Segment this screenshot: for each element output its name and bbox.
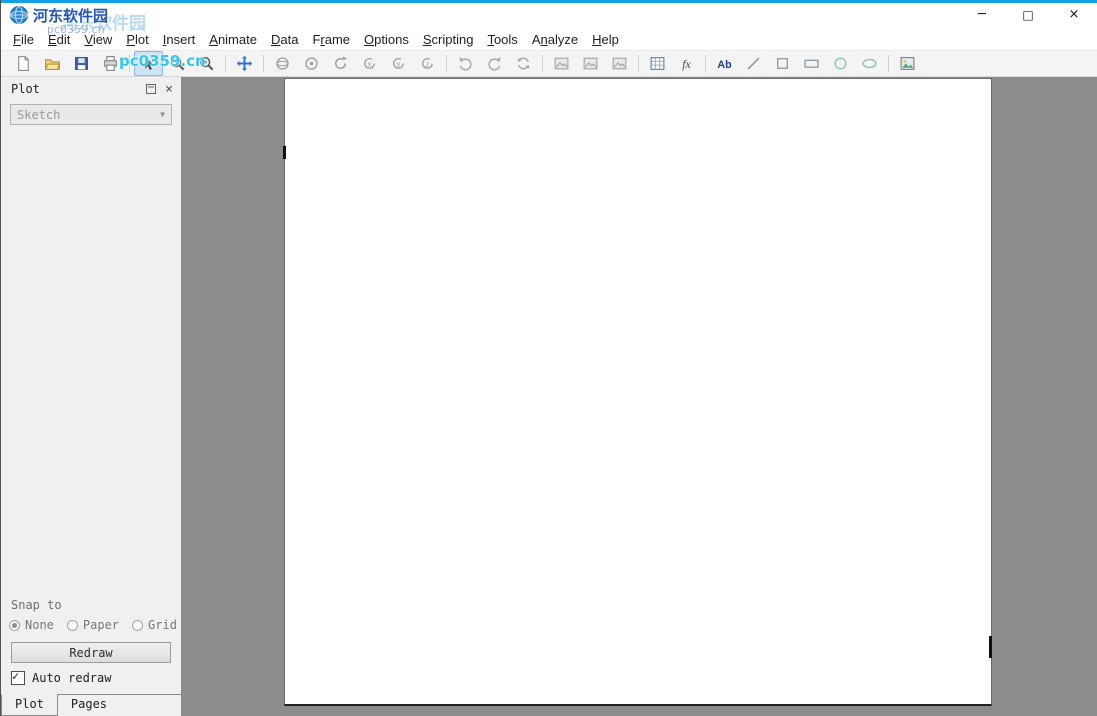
streamtrace-tool-icon[interactable] [576, 51, 605, 76]
app-window: ─□× FileEditViewPlotInsertAnimateDataFra… [0, 0, 1097, 716]
menu-file[interactable]: File [6, 29, 41, 50]
sidebar-title: Plot [11, 82, 146, 96]
maximize-button[interactable]: □ [1005, 0, 1051, 29]
menu-insert[interactable]: Insert [156, 29, 203, 50]
insert-circle-icon[interactable] [826, 51, 855, 76]
rotate-y-icon[interactable]: y [384, 51, 413, 76]
menu-animate[interactable]: Animate [202, 29, 264, 50]
menu-edit[interactable]: Edit [41, 29, 77, 50]
view-refresh-icon[interactable] [509, 51, 538, 76]
menu-options[interactable]: Options [357, 29, 416, 50]
radio-label: None [25, 618, 54, 632]
rotate-twist-icon[interactable] [326, 51, 355, 76]
svg-text:x: x [368, 60, 372, 69]
save-layout-icon[interactable] [67, 51, 96, 76]
insert-square-icon[interactable] [768, 51, 797, 76]
menu-scripting[interactable]: Scripting [416, 29, 481, 50]
svg-text:y: y [397, 60, 401, 69]
radio-paper[interactable] [67, 620, 78, 631]
menu-analyze[interactable]: Analyze [525, 29, 585, 50]
radio-label: Paper [83, 618, 119, 632]
workspace [181, 77, 1097, 716]
plot-mode-value: Sketch [17, 108, 60, 122]
chevron-down-icon: ▼ [160, 110, 165, 119]
slice-tool-icon[interactable] [547, 51, 576, 76]
toolbar-separator [705, 55, 706, 72]
toolbar-separator [225, 55, 226, 72]
menu-help[interactable]: Help [585, 29, 626, 50]
snap-option-grid[interactable]: Grid [132, 618, 177, 632]
auto-redraw-row: Auto redraw [11, 671, 171, 685]
view-undo-icon[interactable] [451, 51, 480, 76]
plot-sidebar: Plot × Sketch ▼ Snap to None Paper Grid Re… [1, 77, 181, 716]
zoom-tool-icon[interactable] [163, 51, 192, 76]
snap-option-none[interactable]: None [9, 618, 54, 632]
rotate-z-icon[interactable]: z [413, 51, 442, 76]
svg-text:z: z [426, 60, 430, 69]
minimize-button[interactable]: ─ [959, 0, 1005, 29]
specify-equations-icon[interactable]: fx [672, 51, 701, 76]
titlebar[interactable]: ─□× [1, 3, 1097, 29]
view-redo-icon[interactable] [480, 51, 509, 76]
insert-text-icon[interactable]: Ab [710, 51, 739, 76]
toolbar-separator [263, 55, 264, 72]
snap-to-label: Snap to [11, 598, 181, 612]
frame-handle-right[interactable] [989, 636, 992, 658]
plot-mode-dropdown[interactable]: Sketch ▼ [10, 104, 172, 125]
snap-options: None Paper Grid [9, 618, 181, 632]
insert-image-icon[interactable] [893, 51, 922, 76]
auto-redraw-label: Auto redraw [32, 671, 111, 685]
rotate-x-icon[interactable]: x [355, 51, 384, 76]
radio-label: Grid [148, 618, 177, 632]
snap-option-paper[interactable]: Paper [67, 618, 119, 632]
toolbar-separator [542, 55, 543, 72]
window-controls: ─□× [959, 0, 1097, 29]
translate-tool-icon[interactable] [230, 51, 259, 76]
tab-plot[interactable]: Plot [1, 694, 58, 716]
rotate-rollerball-icon[interactable] [297, 51, 326, 76]
menu-view[interactable]: View [77, 29, 119, 50]
auto-redraw-checkbox[interactable] [11, 671, 25, 685]
select-tool-icon[interactable] [134, 51, 163, 76]
svg-text:Ab: Ab [717, 59, 732, 71]
panel-close-icon[interactable]: × [163, 83, 175, 96]
print-icon[interactable] [96, 51, 125, 76]
main-body: Plot × Sketch ▼ Snap to None Paper Grid Re… [1, 77, 1097, 716]
frame-canvas[interactable] [284, 78, 992, 706]
dock-pin-icon[interactable] [146, 84, 156, 94]
insert-ellipse-icon[interactable] [855, 51, 884, 76]
sidebar-empty-area [1, 125, 181, 598]
data-zoom-tool-icon[interactable] [192, 51, 221, 76]
redraw-button[interactable]: Redraw [11, 642, 171, 663]
radio-grid[interactable] [132, 620, 143, 631]
sidebar-tabs: PlotPages [1, 694, 181, 716]
new-layout-icon[interactable] [9, 51, 38, 76]
tab-pages[interactable]: Pages [58, 695, 120, 716]
toolbar-separator [446, 55, 447, 72]
insert-rectangle-icon[interactable] [797, 51, 826, 76]
toolbar-separator [888, 55, 889, 72]
data-spreadsheet-icon[interactable] [643, 51, 672, 76]
menu-plot[interactable]: Plot [119, 29, 155, 50]
radio-none[interactable] [9, 620, 20, 631]
menu-tools[interactable]: Tools [480, 29, 524, 50]
menubar: FileEditViewPlotInsertAnimateDataFrameOp… [1, 29, 1097, 50]
toolbar: x y z fx Ab [1, 50, 1097, 77]
rotate-spherical-icon[interactable] [268, 51, 297, 76]
menu-frame[interactable]: Frame [305, 29, 357, 50]
close-button[interactable]: × [1051, 0, 1097, 29]
sidebar-header: Plot × [1, 77, 181, 99]
toolbar-separator [638, 55, 639, 72]
menu-data[interactable]: Data [264, 29, 305, 50]
insert-line-icon[interactable] [739, 51, 768, 76]
open-layout-icon[interactable] [38, 51, 67, 76]
toolbar-separator [129, 55, 130, 72]
svg-text:fx: fx [682, 58, 691, 71]
contour-tool-icon[interactable] [605, 51, 634, 76]
frame-handle-left[interactable] [283, 146, 286, 159]
